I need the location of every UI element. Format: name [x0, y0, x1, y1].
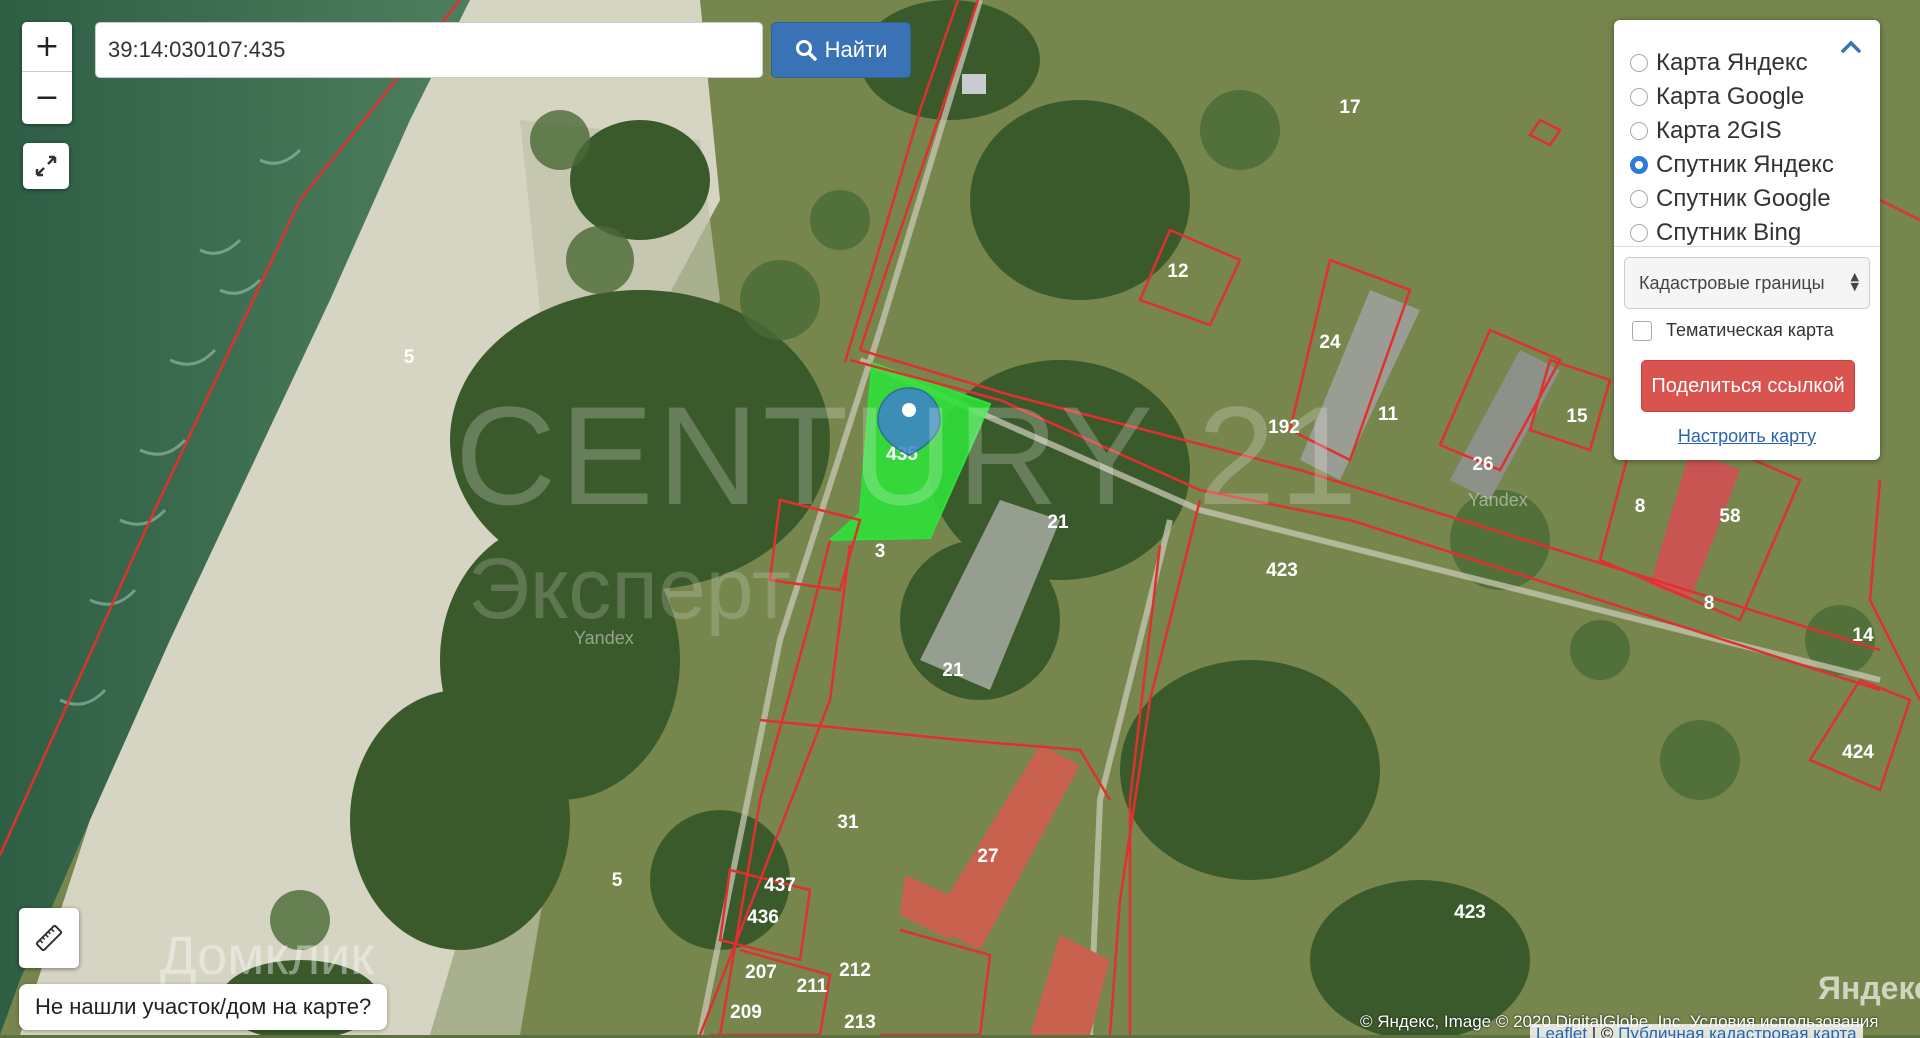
expert-watermark: Эксперт	[468, 541, 792, 637]
radio-button[interactable]	[1630, 224, 1648, 242]
parcel-label: 3	[875, 541, 886, 562]
layer-option-label: Карта Яндекс	[1656, 49, 1808, 76]
yandex-watermark: Yandex	[574, 628, 634, 648]
parcel-label: 31	[837, 812, 859, 833]
parcel-label: 11	[1378, 404, 1399, 425]
parcel-label: 437	[764, 875, 796, 896]
layer-option-label: Карта 2GIS	[1656, 117, 1782, 144]
attribution-separator: | ©	[1591, 1024, 1619, 1038]
thematic-label: Тематическая карта	[1666, 320, 1834, 340]
parcel-label: 15	[1566, 406, 1588, 427]
expand-icon	[35, 155, 57, 177]
radio-button[interactable]	[1630, 88, 1648, 106]
parcel-label: 14	[1852, 625, 1874, 646]
layer-option-2gis-map[interactable]: Карта 2GIS	[1630, 116, 1782, 146]
radio-button[interactable]	[1630, 122, 1648, 140]
parcel-label: 212	[839, 960, 871, 981]
share-link-button[interactable]: Поделиться ссылкой	[1641, 360, 1855, 412]
leaflet-link[interactable]: Leaflet	[1536, 1024, 1587, 1038]
ruler-button[interactable]	[19, 908, 79, 968]
parcel-label: 58	[1719, 506, 1740, 527]
parcel-label: 12	[1167, 261, 1188, 282]
layers-panel: Карта Яндекс Карта Google Карта 2GIS Спу…	[1614, 20, 1880, 460]
yandex-watermark: Yandex	[1468, 490, 1528, 510]
parcel-label: 8	[1635, 496, 1646, 517]
layer-option-label: Карта Google	[1656, 83, 1805, 110]
parcel-label: 27	[977, 846, 998, 867]
parcel-label: 21	[942, 660, 964, 681]
zoom-control: + −	[22, 22, 72, 124]
thematic-map-toggle[interactable]: Тематическая карта	[1632, 320, 1834, 341]
radio-button[interactable]	[1630, 54, 1648, 72]
radio-button-selected[interactable]	[1630, 156, 1648, 174]
layer-option-label: Спутник Яндекс	[1656, 151, 1834, 178]
layer-option-google-map[interactable]: Карта Google	[1630, 82, 1804, 112]
configure-map-link[interactable]: Настроить карту	[1614, 426, 1880, 447]
parcel-label: 8	[1704, 593, 1715, 614]
ruler-icon	[35, 924, 63, 952]
chevron-up-icon	[1841, 40, 1861, 53]
pkk-link[interactable]: Публичная кадастровая карта	[1618, 1024, 1856, 1038]
parcel-label: 211	[797, 976, 828, 997]
parcel-label: 213	[844, 1012, 876, 1033]
search-button-label: Найти	[824, 37, 888, 62]
zoom-out-button[interactable]: −	[22, 72, 72, 123]
leaflet-attribution: Leaflet | © Публичная кадастровая карта	[1530, 1024, 1863, 1038]
fullscreen-button[interactable]	[23, 143, 69, 189]
layer-option-yandex-map[interactable]: Карта Яндекс	[1630, 48, 1808, 78]
parcel-label: 423	[1454, 902, 1486, 923]
parcel-label: 423	[1266, 560, 1298, 581]
domclick-watermark: Домклик	[160, 926, 374, 986]
parcel-label: 24	[1319, 332, 1341, 353]
search-button[interactable]: Найти	[771, 22, 911, 78]
radio-button[interactable]	[1630, 190, 1648, 208]
parcel-label: 436	[747, 907, 779, 928]
parcel-label: 5	[612, 870, 623, 891]
select-arrows-icon: ▲ ▼	[1850, 270, 1859, 293]
layer-option-bing-satellite[interactable]: Спутник Bing	[1630, 218, 1801, 248]
overlay-select-value: Кадастровые границы	[1639, 272, 1825, 293]
not-found-button[interactable]: Не нашли участок/дом на карте?	[19, 984, 388, 1030]
yandex-logo: Яндекс	[1818, 970, 1920, 1006]
century21-watermark: CENTURY 21	[455, 377, 1362, 534]
parcel-label: 209	[730, 1002, 762, 1023]
layer-option-google-satellite[interactable]: Спутник Google	[1630, 184, 1831, 214]
divider	[1614, 246, 1880, 247]
parcel-label: 17	[1339, 97, 1360, 118]
parcel-label: 207	[745, 962, 777, 983]
parcel-label: 26	[1472, 454, 1493, 475]
search-input[interactable]	[95, 22, 763, 78]
parcel-label: 424	[1842, 742, 1874, 763]
zoom-in-button[interactable]: +	[22, 22, 72, 72]
collapse-panel-button[interactable]	[1838, 34, 1864, 60]
layer-option-yandex-satellite[interactable]: Спутник Яндекс	[1630, 150, 1834, 180]
search-icon	[795, 40, 817, 61]
layer-option-label: Спутник Bing	[1656, 219, 1802, 246]
layer-option-label: Спутник Google	[1656, 185, 1831, 212]
parcel-label: 5	[404, 347, 415, 368]
overlay-select[interactable]: Кадастровые границы ▲ ▼	[1624, 257, 1870, 309]
thematic-checkbox[interactable]	[1632, 320, 1652, 341]
